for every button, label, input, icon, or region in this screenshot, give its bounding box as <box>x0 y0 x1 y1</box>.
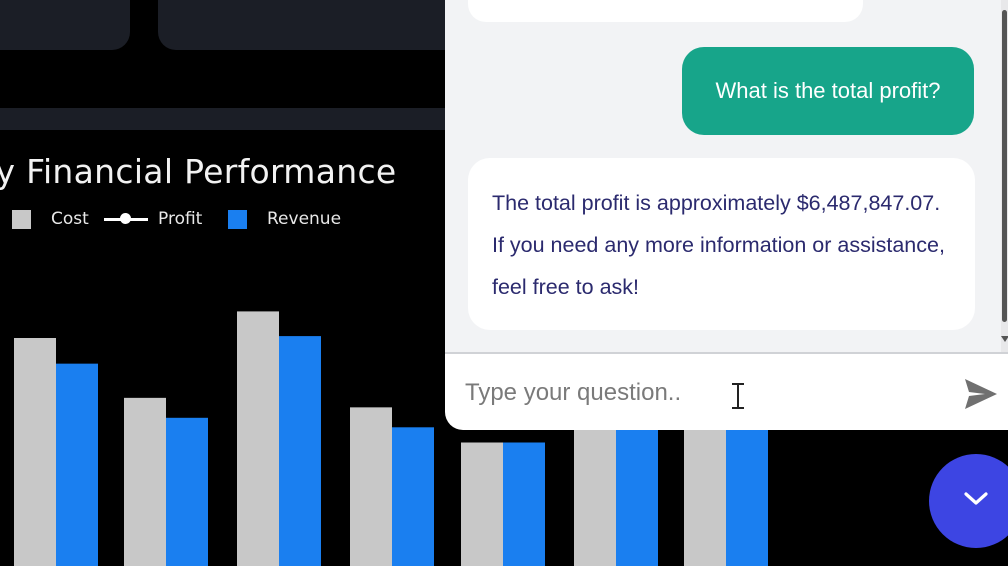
bar-revenue-3[interactable] <box>279 336 321 566</box>
bar-cost-2[interactable] <box>124 397 166 566</box>
question-input[interactable] <box>463 368 927 418</box>
bar-revenue-4[interactable] <box>392 427 434 566</box>
bar-cost-1[interactable] <box>14 338 56 566</box>
text-cursor-icon <box>732 383 744 409</box>
send-button[interactable] <box>961 376 1001 412</box>
chat-message-list[interactable]: What is the total profit? The total prof… <box>445 0 1001 352</box>
bar-cost-5[interactable] <box>461 442 503 566</box>
chevron-down-icon <box>964 492 988 505</box>
user-message-bubble: What is the total profit? <box>682 47 974 135</box>
chat-scrollbar-thumb[interactable] <box>1002 10 1007 322</box>
bot-message-bubble: The total profit is approximately $6,487… <box>468 158 975 330</box>
bar-cost-6[interactable] <box>574 423 616 566</box>
bar-cost-7[interactable] <box>684 414 726 566</box>
bar-revenue-7[interactable] <box>726 414 768 566</box>
scroll-down-arrow-icon[interactable] <box>1001 336 1008 342</box>
input-divider <box>445 352 1008 354</box>
bot-message-text: The total profit is approximately $6,487… <box>492 191 945 299</box>
bar-revenue-2[interactable] <box>166 417 208 566</box>
user-message-text: What is the total profit? <box>715 78 941 103</box>
bar-cost-3[interactable] <box>237 311 279 566</box>
bar-cost-4[interactable] <box>350 407 392 566</box>
send-icon <box>965 379 997 409</box>
bar-revenue-6[interactable] <box>616 423 658 566</box>
bot-message-bubble-previous <box>468 0 863 22</box>
chat-panel: What is the total profit? The total prof… <box>445 0 1008 430</box>
bar-revenue-1[interactable] <box>56 363 98 566</box>
bar-revenue-5[interactable] <box>503 442 545 566</box>
